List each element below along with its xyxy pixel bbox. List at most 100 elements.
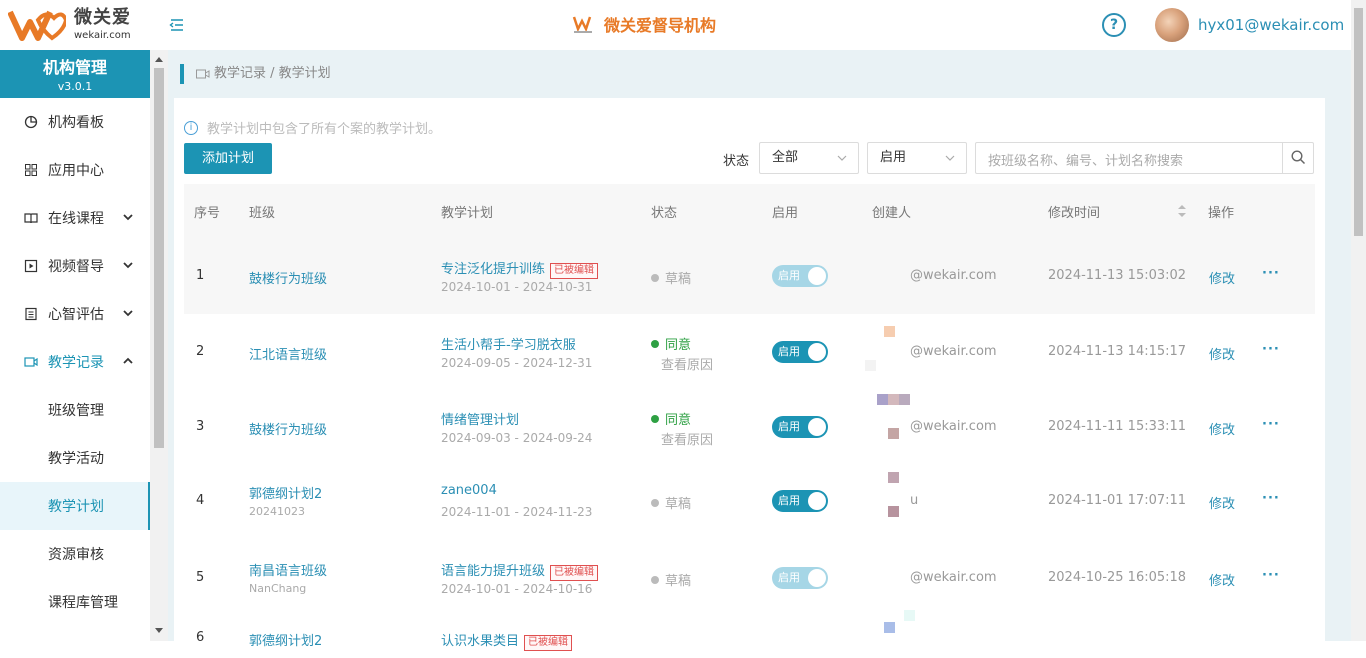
search-input[interactable]: 按班级名称、编号、计划名称搜索: [988, 150, 1183, 169]
enable-toggle[interactable]: 启用: [772, 416, 828, 438]
user-account[interactable]: hyx01@wekair.com: [1198, 16, 1344, 34]
table-row: 3 鼓楼行为班级 情绪管理计划 2024-09-03 - 2024-09-24 同意 查看…: [184, 390, 1315, 464]
creator-email: u: [910, 493, 919, 508]
sidebar-item-label: 教学记录: [48, 355, 104, 371]
class-name-link[interactable]: 鼓楼行为班级: [249, 268, 327, 287]
redacted-pixel-block: [888, 472, 899, 483]
table-row: 1 鼓楼行为班级 专注泛化提升训练 已被编辑 2024-10-01 - 2024-10-…: [184, 238, 1315, 314]
enable-toggle[interactable]: 启用: [772, 567, 828, 589]
status-filter-label: 状态: [723, 154, 750, 169]
menu-collapse-icon[interactable]: [168, 16, 186, 34]
status-select-value: 全部: [772, 150, 799, 165]
sort-icon[interactable]: [1177, 204, 1187, 218]
help-icon[interactable]: ?: [1102, 13, 1126, 37]
redacted-pixel-block: [884, 326, 895, 337]
chevron-down-icon: [837, 155, 847, 161]
grid-icon: [25, 164, 37, 176]
brand: 微关爱督导机构: [572, 12, 716, 36]
creator-email: @wekair.com: [910, 419, 997, 434]
redacted-pixel-block: [888, 394, 899, 405]
sidebar: 机构管理 v3.0.1 机构看板 应用中心 在线课程 视频督导 心智评估 教学记…: [0, 50, 150, 641]
edit-link[interactable]: 修改: [1209, 268, 1235, 287]
scroll-down-icon[interactable]: [155, 628, 163, 634]
edit-link[interactable]: 修改: [1209, 493, 1235, 512]
plan-name-link[interactable]: 情绪管理计划: [441, 409, 519, 428]
page-scrollbar[interactable]: [1351, 0, 1366, 641]
class-name-link[interactable]: 南昌语言班级: [249, 560, 327, 579]
scroll-up-icon[interactable]: [155, 56, 163, 62]
toggle-knob: [808, 569, 826, 587]
redacted-pixel-block: [865, 360, 876, 371]
status-dot-icon: [651, 273, 659, 282]
modified-time: 2024-11-01 17:07:11: [1048, 493, 1187, 508]
add-plan-button[interactable]: 添加计划: [184, 143, 272, 174]
sidebar-subitem-teaching-activities[interactable]: 教学活动: [0, 434, 150, 482]
sidebar-scroll-thumb[interactable]: [154, 68, 164, 448]
more-actions-icon[interactable]: ···: [1262, 491, 1280, 506]
sidebar-subitem-class-management[interactable]: 班级管理: [0, 386, 150, 434]
enable-toggle[interactable]: 启用: [772, 265, 828, 287]
col-header-enabled: 启用: [772, 206, 799, 221]
enable-select[interactable]: 启用: [867, 142, 967, 174]
more-actions-icon[interactable]: ···: [1262, 342, 1280, 357]
col-header-plan: 教学计划: [441, 206, 494, 221]
class-name-link[interactable]: 鼓楼行为班级: [249, 419, 327, 438]
more-actions-icon[interactable]: ···: [1262, 266, 1280, 281]
status-badge: 同意: [651, 334, 691, 353]
sidebar-subitem-resource-review[interactable]: 资源审核: [0, 530, 150, 578]
logo[interactable]: 微关爱 wekair.com: [8, 8, 131, 42]
col-header-creator: 创建人: [872, 206, 912, 221]
search-button[interactable]: [1282, 143, 1313, 173]
class-code: NanChang: [249, 582, 307, 595]
edit-link[interactable]: 修改: [1209, 419, 1235, 438]
sidebar-item-video-supervision[interactable]: 视频督导: [0, 242, 150, 290]
edited-badge: 已被编辑: [550, 263, 599, 279]
plan-date-range: 2024-10-01 - 2024-10-16: [441, 582, 593, 596]
sidebar-scrollbar[interactable]: [150, 50, 168, 641]
plan-name-link[interactable]: 专注泛化提升训练 已被编辑: [441, 258, 599, 279]
sidebar-item-label: 应用中心: [48, 163, 104, 179]
enable-toggle[interactable]: 启用: [772, 490, 828, 512]
class-code: 20241023: [249, 505, 305, 518]
plan-name-link[interactable]: 生活小帮手-学习脱衣服: [441, 334, 576, 353]
edit-link[interactable]: 修改: [1209, 570, 1235, 589]
sidebar-subitem-teaching-plans[interactable]: 教学计划: [0, 482, 150, 530]
play-icon: [24, 259, 38, 273]
main-content: 教学记录 / 教学计划 i 教学计划中包含了所有个案的教学计划。 添加计划 状态…: [168, 50, 1351, 658]
col-header-status: 状态: [651, 206, 678, 221]
class-name-link[interactable]: 江北语言班级: [249, 344, 327, 363]
search-icon: [1291, 150, 1306, 165]
video-icon: [196, 69, 210, 79]
info-tip: i 教学计划中包含了所有个案的教学计划。: [184, 118, 441, 137]
redacted-pixel-block: [884, 622, 895, 633]
info-icon: i: [184, 120, 198, 135]
page-scroll-thumb[interactable]: [1354, 8, 1363, 236]
sidebar-item-online-course[interactable]: 在线课程: [0, 194, 150, 242]
more-actions-icon[interactable]: ···: [1262, 417, 1280, 432]
plan-name-link[interactable]: zane004: [441, 483, 497, 498]
sidebar-item-assessment[interactable]: 心智评估: [0, 290, 150, 338]
row-number: 3: [196, 419, 205, 434]
more-actions-icon[interactable]: ···: [1262, 568, 1280, 583]
search-box[interactable]: 按班级名称、编号、计划名称搜索: [975, 142, 1314, 174]
row-number: 1: [196, 268, 205, 283]
enable-toggle[interactable]: 启用: [772, 341, 828, 363]
col-header-no: 序号: [194, 206, 221, 221]
class-name-link[interactable]: 郭德纲计划2: [249, 483, 322, 502]
view-reason-link[interactable]: 查看原因: [661, 429, 713, 448]
edit-link[interactable]: 修改: [1209, 344, 1235, 363]
sidebar-item-teaching-records[interactable]: 教学记录: [0, 338, 150, 386]
sidebar-item-dashboard[interactable]: 机构看板: [0, 98, 150, 146]
view-reason-link[interactable]: 查看原因: [661, 354, 713, 373]
toggle-knob: [808, 492, 826, 510]
status-select[interactable]: 全部: [759, 142, 859, 174]
status-dot-icon: [651, 498, 659, 507]
sidebar-subitem-course-library[interactable]: 课程库管理: [0, 578, 150, 626]
plan-name-link[interactable]: 语言能力提升班级 已被编辑: [441, 560, 599, 581]
sidebar-item-app-center[interactable]: 应用中心: [0, 146, 150, 194]
col-header-modified[interactable]: 修改时间: [1048, 202, 1100, 221]
avatar[interactable]: [1155, 8, 1189, 42]
class-name-link[interactable]: 郭德纲计划2: [249, 630, 322, 649]
table-row: 2 江北语言班级 生活小帮手-学习脱衣服 2024-09-05 - 2024-12-3…: [184, 314, 1315, 390]
redacted-pixel-block: [877, 394, 888, 405]
